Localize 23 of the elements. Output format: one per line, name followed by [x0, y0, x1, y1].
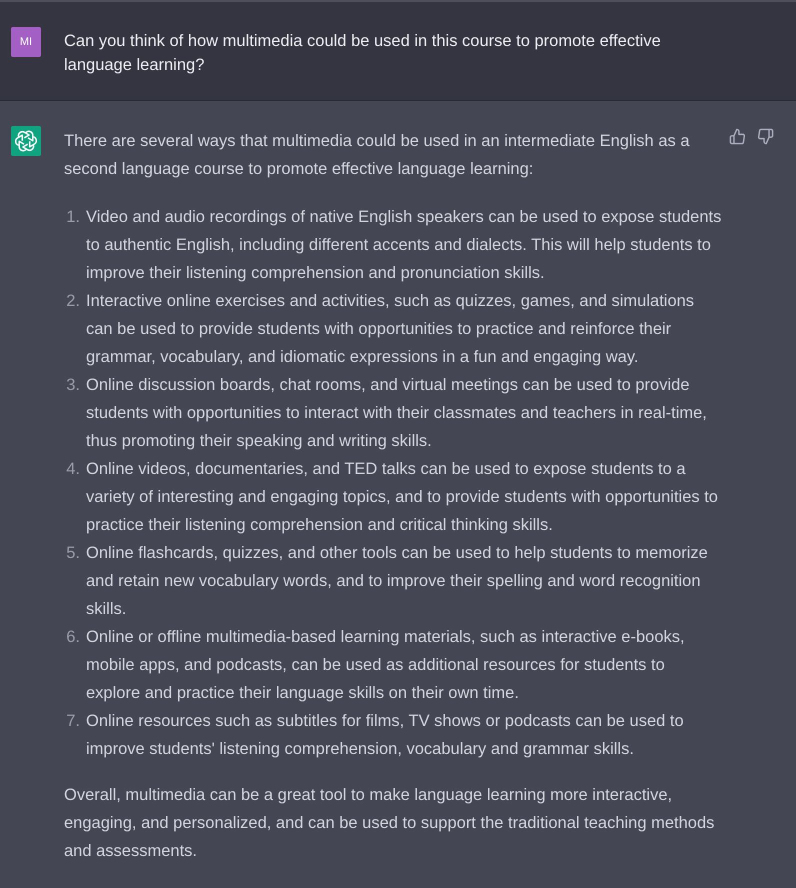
list-number: 2. [65, 291, 81, 312]
user-avatar: MI [11, 27, 41, 57]
thumbs-down-button[interactable] [757, 128, 774, 145]
thumbs-down-icon [757, 128, 774, 145]
response-text: Overall, multimedia can be a great tool to make language learning more interactive, engaging, and personalized, and can be used to support the traditional teaching methods and assessments. [64, 785, 716, 862]
list-item-text: Online discussion boards, chat rooms, and virtual meetings can be used to provide students with opportunities to interact with their classmates and teachers in real-time, thus promoting their speaking and writing skills. [86, 375, 708, 452]
list-item-text: Online or offline multimedia-based learning materials, such as interactive e-books, mobile apps, and podcasts, can be used as additional resources for students to explore and practice their language skills on their own time. [86, 627, 686, 704]
list-item-text: Online flashcards, quizzes, and other tools can be used to help students to memorize and retain new vocabulary words, and to improve their spelling and word recognition skills. [86, 543, 709, 620]
message-text: Can you think of how multimedia could be used in this course to promote effective language learning? [64, 31, 662, 76]
thumbs-up-icon [729, 128, 746, 145]
list-item-text: Video and audio recordings of native English speakers can be used to expose students to authentic English, including different accents and dialects. This will help students to improve their listening comprehension and pronunciation skills. [86, 207, 722, 284]
thumbs-up-button[interactable] [729, 128, 746, 145]
list-number: 4. [65, 459, 81, 480]
list-number: 3. [65, 375, 81, 396]
list-number: 1. [65, 207, 81, 228]
list-item-text: Interactive online exercises and activities, such as quizzes, games, and simulations can be used to provide students with opportunities to practice and reinforce their grammar, vocabulary, and idiomatic expressions in a fun and engaging way. [86, 291, 696, 368]
list-number: 5. [65, 543, 81, 564]
response-text: There are several ways that multimedia could be used in an intermediate English as a second language course to promote effective language learning: [64, 131, 691, 180]
list-number: 6. [65, 627, 81, 648]
list-item-text: Online videos, documentaries, and TED talks can be used to expose students to a variety of interesting and engaging topics, and to provide students with opportunities to practice their listening comprehension and critical thinking skills. [86, 459, 719, 536]
list-item-text: Online resources such as subtitles for films, TV shows or podcasts can be used to improve students' listening comprehension, vocabulary and grammar skills. [86, 711, 685, 760]
list-number: 7. [65, 711, 81, 732]
logo-icon [11, 126, 41, 156]
